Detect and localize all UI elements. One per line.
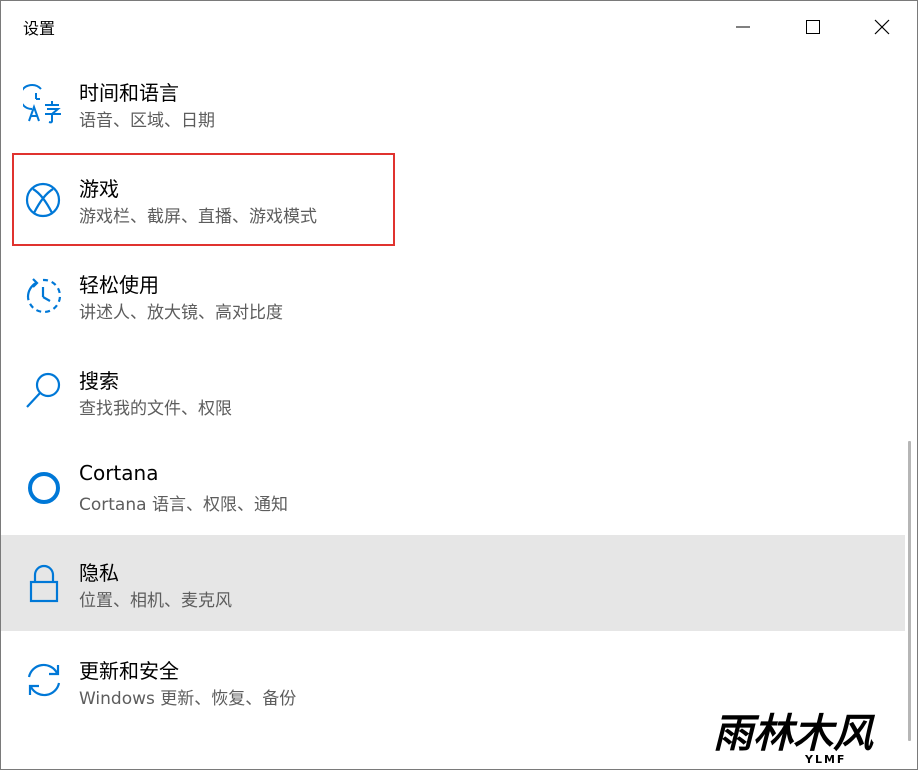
minimize-button[interactable] bbox=[709, 1, 777, 53]
cortana-icon bbox=[23, 467, 65, 509]
settings-item-label: Cortana bbox=[79, 461, 159, 485]
minimize-icon bbox=[736, 26, 750, 28]
settings-item-description: 位置、相机、麦克风 bbox=[79, 591, 232, 611]
settings-item-description: 游戏栏、截屏、直播、游戏模式 bbox=[79, 207, 317, 227]
close-button[interactable] bbox=[848, 1, 916, 53]
lock-icon bbox=[23, 563, 65, 605]
settings-item-label: 时间和语言 bbox=[79, 81, 179, 105]
window-title: 设置 bbox=[23, 19, 56, 38]
search-icon bbox=[23, 371, 65, 413]
settings-item-description: Windows 更新、恢复、备份 bbox=[79, 689, 297, 709]
settings-item-description: 查找我的文件、权限 bbox=[79, 399, 232, 419]
settings-item-gaming[interactable]: 游戏 游戏栏、截屏、直播、游戏模式 bbox=[1, 149, 905, 245]
settings-item-privacy[interactable]: 隐私 位置、相机、麦克风 bbox=[1, 535, 905, 631]
vertical-scrollbar[interactable] bbox=[908, 441, 911, 741]
ease-of-access-icon bbox=[23, 275, 65, 317]
settings-item-label: 轻松使用 bbox=[79, 273, 159, 297]
sync-icon bbox=[23, 659, 65, 701]
settings-item-description: Cortana 语言、权限、通知 bbox=[79, 495, 288, 515]
close-icon bbox=[874, 19, 890, 35]
maximize-button[interactable] bbox=[779, 1, 847, 53]
watermark-logo: 雨林木风 YLMF bbox=[713, 707, 913, 767]
title-bar[interactable]: 设置 bbox=[1, 1, 917, 53]
settings-item-label: 更新和安全 bbox=[79, 659, 179, 683]
settings-item-search[interactable]: 搜索 查找我的文件、权限 bbox=[1, 341, 905, 437]
settings-window: 设置 时间和语言 语音、区域、日期 游戏 游戏栏、截屏、直播、游戏模式 轻松使用… bbox=[0, 0, 918, 770]
settings-item-time-language[interactable]: 时间和语言 语音、区域、日期 bbox=[1, 53, 905, 149]
watermark-subtext: YLMF bbox=[804, 753, 846, 766]
settings-item-label: 隐私 bbox=[79, 561, 119, 585]
xbox-icon bbox=[23, 179, 65, 221]
settings-category-list: 时间和语言 语音、区域、日期 游戏 游戏栏、截屏、直播、游戏模式 轻松使用 讲述… bbox=[1, 53, 905, 769]
watermark-text: 雨林木风 bbox=[713, 711, 876, 757]
settings-item-label: 搜索 bbox=[79, 369, 119, 393]
settings-item-description: 语音、区域、日期 bbox=[79, 111, 215, 131]
settings-item-label: 游戏 bbox=[79, 177, 119, 201]
maximize-icon bbox=[806, 20, 820, 34]
time-language-icon bbox=[23, 83, 65, 125]
settings-item-description: 讲述人、放大镜、高对比度 bbox=[79, 303, 283, 323]
settings-item-cortana[interactable]: Cortana Cortana 语言、权限、通知 bbox=[1, 437, 905, 533]
settings-item-ease-of-access[interactable]: 轻松使用 讲述人、放大镜、高对比度 bbox=[1, 245, 905, 341]
